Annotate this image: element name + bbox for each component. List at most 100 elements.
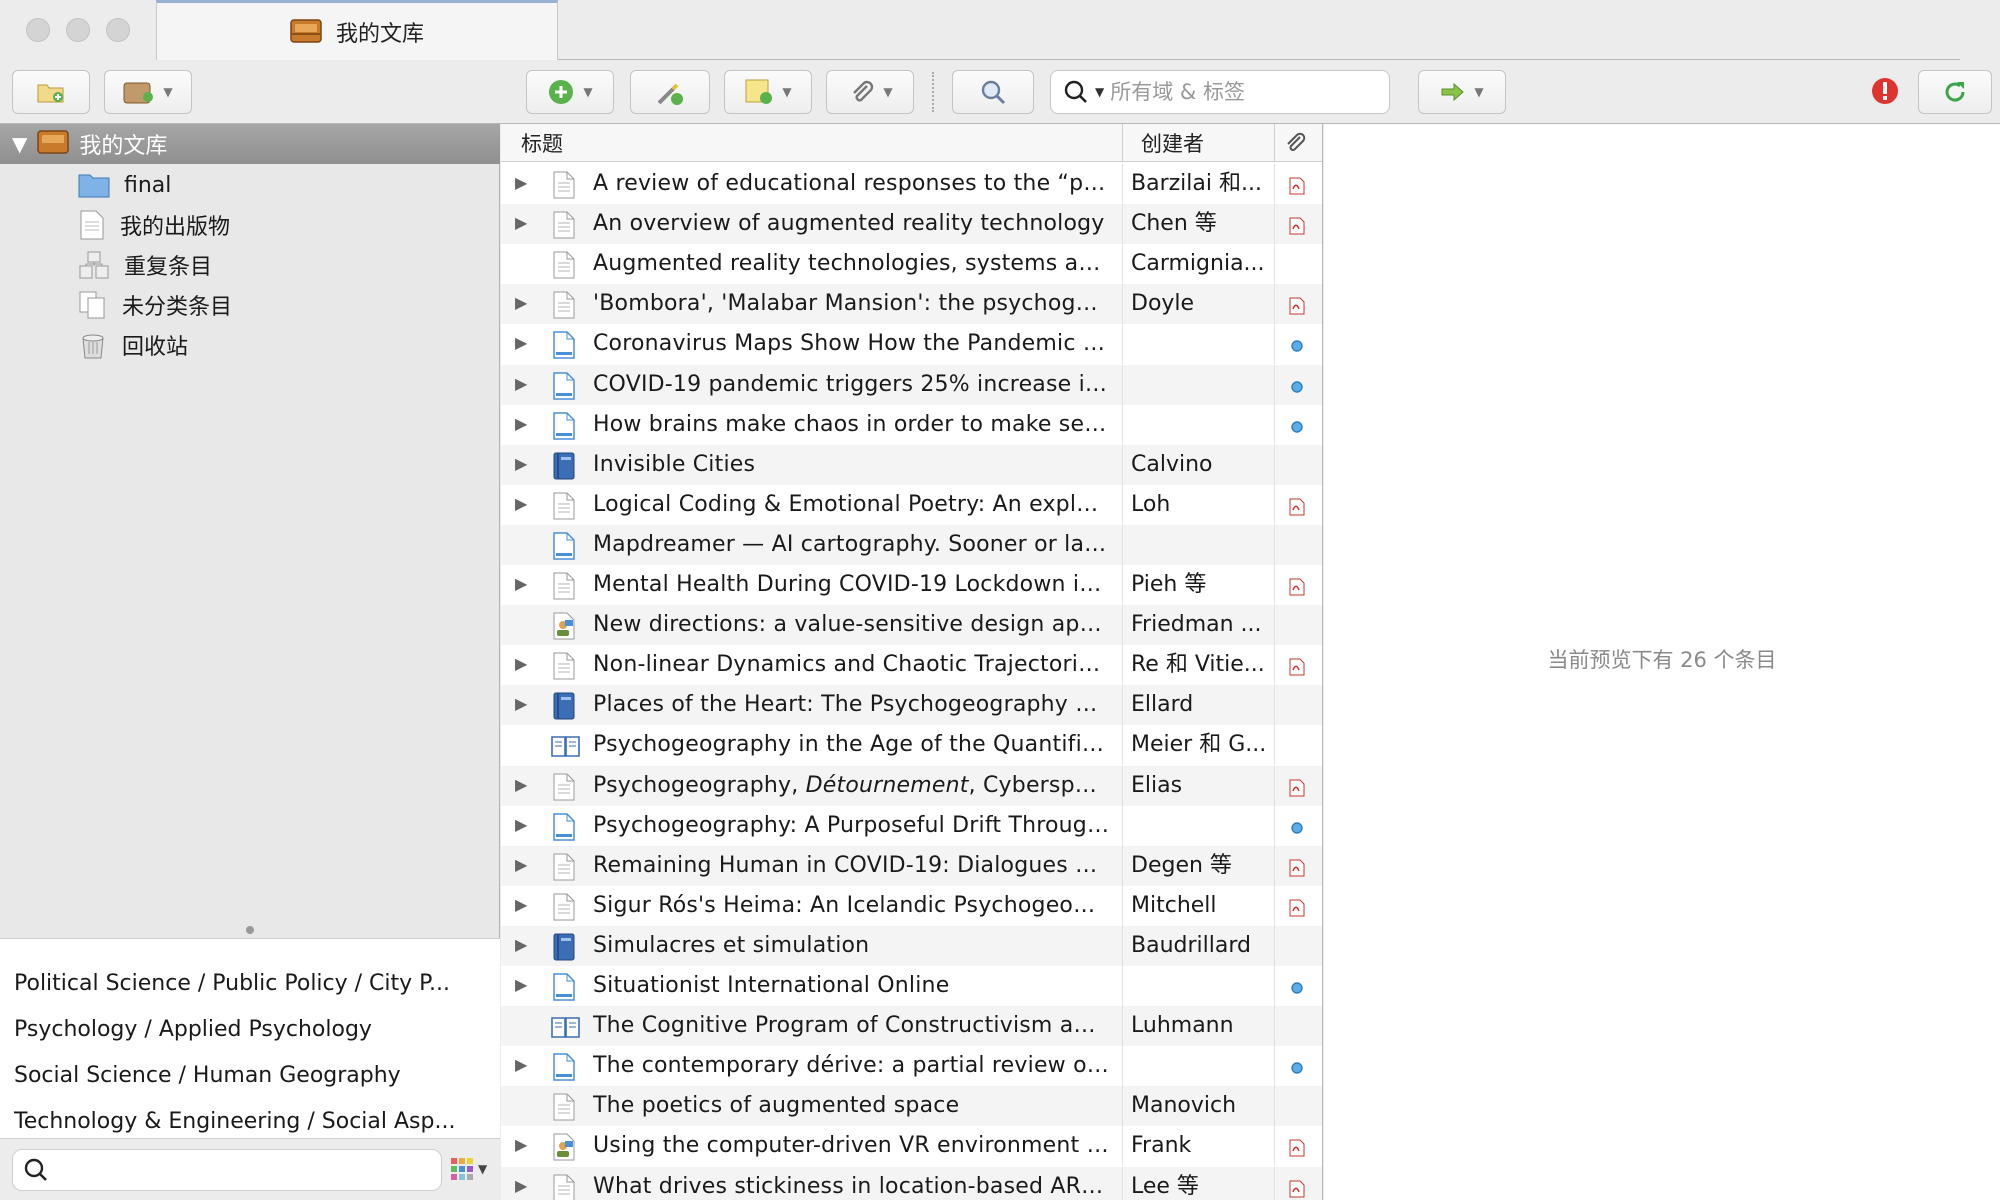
item-row[interactable]: ▶ Remaining Human in COVID-19: Dialogues … — [501, 845, 1322, 886]
column-header-title[interactable]: 标题 — [521, 124, 563, 162]
pdf-attachment-icon[interactable] — [1287, 778, 1307, 796]
item-row[interactable]: ▶ Sigur Rós's Heima: An Icelandic Psychog… — [501, 885, 1322, 926]
item-row[interactable]: ▶ COVID-19 pandemic triggers 25% increase… — [501, 364, 1322, 405]
search-field[interactable]: ▼ — [1050, 70, 1390, 114]
item-row[interactable]: ▶ Invisible Cities Calvino — [501, 444, 1322, 485]
item-row[interactable]: ▶ Using the computer-driven VR environmen… — [501, 1126, 1322, 1167]
item-row[interactable]: Augmented reality technologies, systems … — [501, 244, 1322, 285]
item-row[interactable]: ▶ An overview of augmented reality techno… — [501, 204, 1322, 245]
link-attachment-icon[interactable] — [1287, 1058, 1307, 1076]
new-library-button[interactable]: ▼ — [104, 70, 192, 114]
new-collection-button[interactable] — [12, 70, 90, 114]
expand-triangle-icon[interactable]: ▶ — [515, 855, 527, 874]
item-row[interactable]: ▶ The contemporary dérive: a partial revi… — [501, 1046, 1322, 1087]
error-alert-icon[interactable] — [1870, 76, 1900, 110]
pdf-attachment-icon[interactable] — [1287, 858, 1307, 877]
expand-triangle-icon[interactable]: ▶ — [515, 895, 527, 914]
add-attachment-button[interactable]: ▼ — [826, 70, 914, 114]
item-row[interactable]: ▶ Logical Coding & Emotional Poetry: An e… — [501, 484, 1322, 525]
column-divider[interactable] — [1274, 124, 1275, 162]
item-row[interactable]: The Cognitive Program of Constructivism … — [501, 1006, 1322, 1047]
add-by-identifier-button[interactable] — [630, 70, 710, 114]
column-header-creator[interactable]: 创建者 — [1141, 124, 1204, 162]
advanced-search-button[interactable] — [952, 70, 1034, 114]
minimize-window-button[interactable] — [66, 18, 90, 42]
item-row[interactable]: ▶ Non-linear Dynamics and Chaotic Traject… — [501, 645, 1322, 686]
item-row[interactable]: ▶ A review of educational responses to th… — [501, 164, 1322, 204]
my-library-row[interactable]: ▼ 我的文库 — [0, 124, 500, 164]
column-divider[interactable] — [1122, 124, 1123, 162]
link-attachment-icon[interactable] — [1287, 417, 1307, 435]
link-attachment-icon[interactable] — [1287, 818, 1307, 836]
expand-triangle-icon[interactable]: ▶ — [515, 815, 527, 834]
item-row[interactable]: ▶ Psychogeography: A Purposeful Drift Thr… — [501, 805, 1322, 846]
item-row[interactable]: ▶ Psychogeography, Détournement, Cyberspa… — [501, 765, 1322, 806]
collection-duplicate-items[interactable]: 重复条目 — [78, 246, 212, 284]
pdf-attachment-icon[interactable] — [1287, 898, 1307, 917]
collection-trash[interactable]: 回收站 — [78, 326, 188, 364]
pdf-attachment-icon[interactable] — [1287, 296, 1307, 315]
expand-triangle-icon[interactable]: ▶ — [515, 574, 527, 593]
item-row[interactable]: ▶ Coronavirus Maps Show How the Pandemic … — [501, 324, 1322, 365]
expand-triangle-icon[interactable]: ▶ — [515, 975, 527, 994]
expand-triangle-icon[interactable]: ▶ — [515, 213, 527, 232]
column-header-attachments[interactable] — [1283, 124, 1307, 162]
collection-my-publications[interactable]: 我的出版物 — [78, 206, 230, 244]
item-row[interactable]: ▶ Places of the Heart: The Psychogeograph… — [501, 685, 1322, 726]
item-row[interactable]: ▶ 'Bombora', 'Malabar Mansion': the psych… — [501, 284, 1322, 325]
expand-triangle-icon[interactable]: ▶ — [515, 775, 527, 794]
item-row[interactable]: ▶ What drives stickiness in location-base… — [501, 1166, 1322, 1200]
zoom-window-button[interactable] — [106, 18, 130, 42]
tag-search-field[interactable] — [12, 1149, 442, 1191]
tag-actions-button[interactable]: ▼ — [450, 1157, 487, 1181]
pdf-attachment-icon[interactable] — [1287, 497, 1307, 516]
locate-button[interactable]: ▼ — [1418, 70, 1506, 114]
item-row[interactable]: ▶ Simulacres et simulation Baudrillard — [501, 925, 1322, 966]
expand-triangle-icon[interactable]: ▶ — [515, 1055, 527, 1074]
expand-triangle-icon[interactable]: ▶ — [515, 333, 527, 352]
expand-triangle-icon[interactable]: ▶ — [515, 1176, 527, 1195]
expand-triangle-icon[interactable]: ▶ — [515, 694, 527, 713]
new-item-button[interactable]: ▼ — [526, 70, 614, 114]
tag-item[interactable]: Psychology / Applied Psychology — [14, 1017, 372, 1042]
tag-item[interactable]: Technology & Engineering / Social Asp... — [14, 1109, 455, 1134]
item-row[interactable]: Psychogeography in the Age of the Quanti… — [501, 725, 1322, 766]
item-row[interactable]: Mapdreamer — AI cartography. Sooner or l… — [501, 524, 1322, 565]
expand-triangle-icon[interactable]: ▶ — [515, 293, 527, 312]
expand-triangle-icon[interactable]: ▶ — [515, 494, 527, 513]
pane-splitter-handle[interactable] — [246, 926, 254, 934]
sync-button[interactable] — [1918, 70, 1992, 114]
pdf-attachment-icon[interactable] — [1287, 657, 1307, 676]
collection-final[interactable]: final — [78, 166, 171, 204]
tag-item[interactable]: Social Science / Human Geography — [14, 1063, 401, 1088]
expand-triangle-icon[interactable]: ▶ — [515, 414, 527, 433]
item-row[interactable]: New directions: a value-sensitive design… — [501, 605, 1322, 646]
collection-unfiled-items[interactable]: 未分类条目 — [78, 286, 232, 324]
disclosure-triangle-icon[interactable]: ▼ — [12, 132, 27, 156]
pdf-attachment-icon[interactable] — [1287, 577, 1307, 596]
expand-triangle-icon[interactable]: ▶ — [515, 654, 527, 673]
search-input[interactable] — [1110, 80, 1371, 104]
new-note-button[interactable]: ▼ — [724, 70, 812, 114]
expand-triangle-icon[interactable]: ▶ — [515, 173, 527, 192]
item-row[interactable]: ▶ How brains make chaos in order to make … — [501, 404, 1322, 445]
expand-triangle-icon[interactable]: ▶ — [515, 454, 527, 473]
search-mode-chevron-icon[interactable]: ▼ — [1095, 85, 1104, 99]
tag-item[interactable]: Political Science / Public Policy / City… — [14, 971, 450, 996]
item-row[interactable]: ▶ Mental Health During COVID-19 Lockdown … — [501, 565, 1322, 605]
item-row[interactable]: The poetics of augmented space Manovich — [501, 1086, 1322, 1127]
link-attachment-icon[interactable] — [1287, 377, 1307, 395]
expand-triangle-icon[interactable]: ▶ — [515, 935, 527, 954]
tab-my-library[interactable]: 我的文库 — [156, 0, 558, 61]
close-window-button[interactable] — [26, 18, 50, 42]
pdf-attachment-icon[interactable] — [1287, 1138, 1307, 1157]
pdf-attachment-icon[interactable] — [1287, 216, 1307, 235]
pdf-attachment-icon[interactable] — [1287, 1179, 1307, 1197]
expand-triangle-icon[interactable]: ▶ — [515, 1135, 527, 1154]
link-attachment-icon[interactable] — [1287, 978, 1307, 996]
expand-triangle-icon[interactable]: ▶ — [515, 374, 527, 393]
pdf-attachment-icon[interactable] — [1287, 176, 1307, 195]
item-row[interactable]: ▶ Situationist International Online — [501, 966, 1322, 1006]
tag-search-input[interactable] — [57, 1158, 437, 1182]
link-attachment-icon[interactable] — [1287, 336, 1307, 354]
